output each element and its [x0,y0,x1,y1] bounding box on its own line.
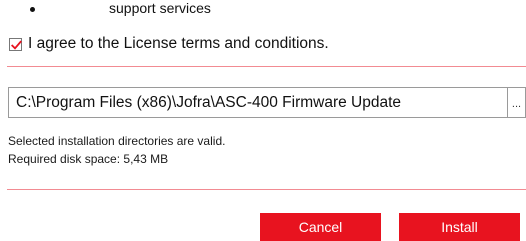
cancel-button[interactable]: Cancel [260,213,381,241]
browse-button[interactable]: ... [508,87,526,118]
checkmark-icon [11,40,22,50]
license-agree-label[interactable]: I agree to the License terms and conditi… [28,35,329,53]
feature-list-item: support services [30,0,211,19]
install-button[interactable]: Install [399,213,520,241]
section-divider [7,189,526,190]
license-agree-row[interactable]: I agree to the License terms and conditi… [9,33,329,55]
section-divider [7,66,526,67]
bullet-icon [30,7,35,12]
required-disk-space: Required disk space: 5,43 MB [8,152,169,166]
license-agree-checkbox[interactable] [9,37,22,51]
directory-valid-message: Selected installation directories are va… [8,134,226,148]
install-path-input[interactable]: C:\Program Files (x86)\Jofra\ASC-400 Fir… [8,87,508,118]
feature-list-item-label: support services [109,0,211,16]
